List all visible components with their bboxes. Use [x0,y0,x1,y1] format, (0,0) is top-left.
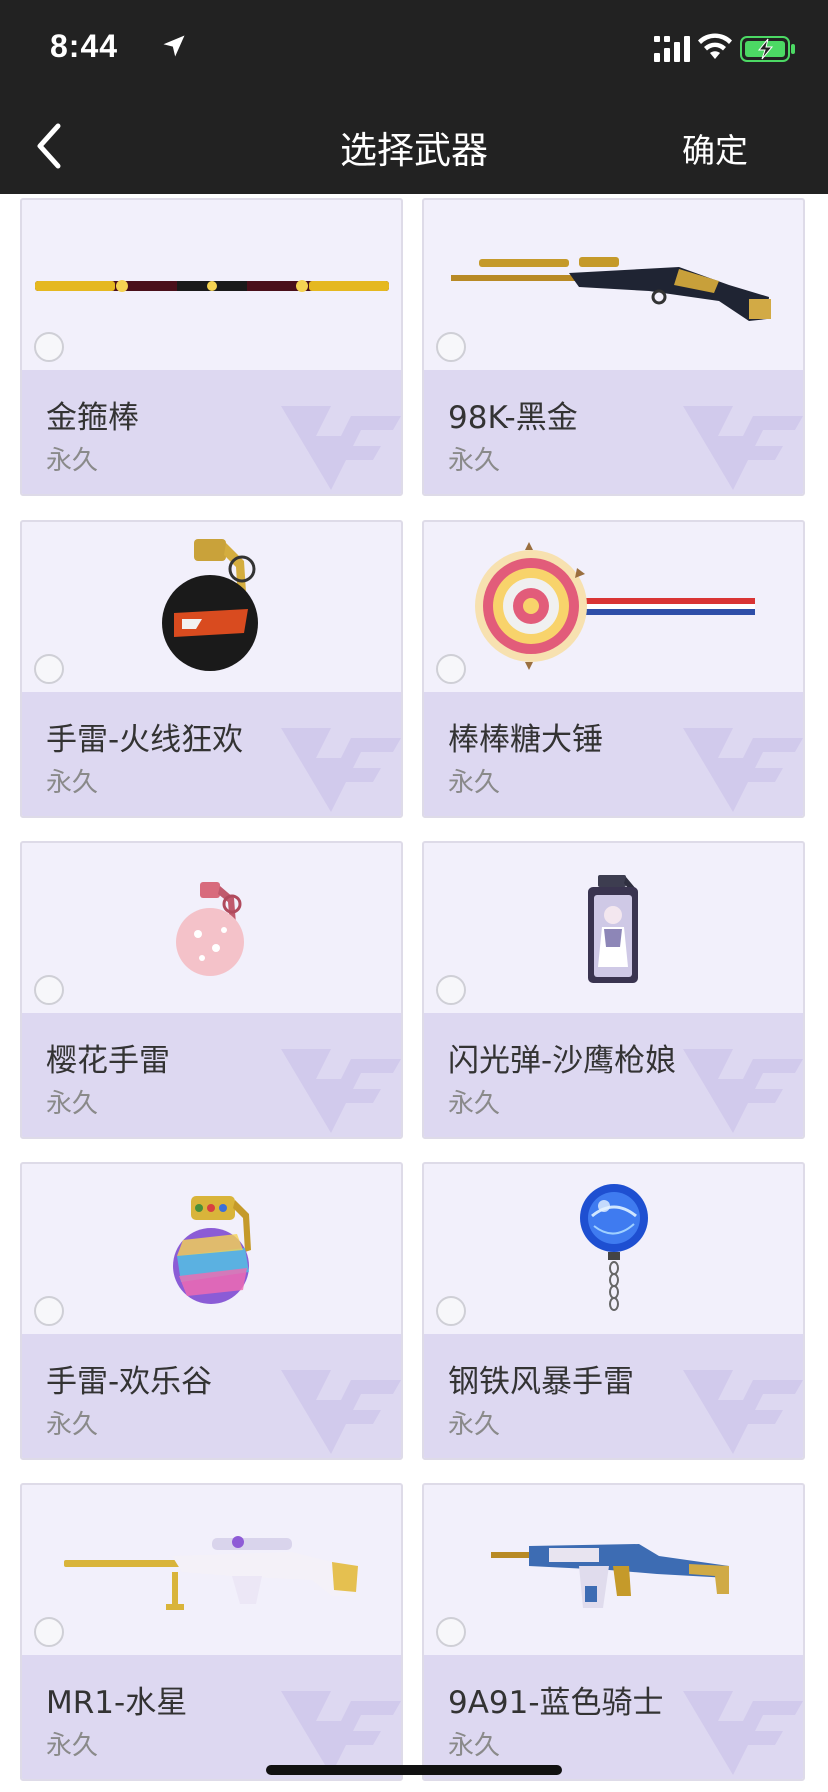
weapon-card[interactable]: 钢铁风暴手雷 永久 [422,1162,805,1460]
select-radio[interactable] [34,1617,64,1647]
weapon-image [22,1164,401,1336]
location-arrow-icon [163,35,185,57]
cf-logo-icon [281,1049,401,1133]
flashbang-icon [587,875,638,983]
lollipop-hammer-icon [474,542,755,670]
blue-orb-grenade-icon [579,1184,648,1311]
weapon-duration: 永久 [46,768,99,798]
weapon-duration: 永久 [46,1731,99,1761]
weapon-card[interactable]: 98K-黑金 永久 [422,198,805,496]
pink-grenade-icon [175,882,244,976]
sniper-rifle-icon [450,257,771,321]
weapon-image [424,843,803,1015]
card-info: 手雷-欢乐谷 永久 [22,1334,401,1458]
golden-staff-icon [34,280,389,292]
status-time: 8:44 [50,28,119,64]
weapon-image [424,1485,803,1657]
select-radio[interactable] [34,332,64,362]
weapon-name: 棒棒糖大锤 [448,722,603,758]
weapon-duration: 永久 [448,1089,501,1119]
cf-logo-icon [281,1370,401,1454]
select-radio[interactable] [436,975,466,1005]
cf-logo-icon [683,728,803,812]
grenade-icon [161,539,258,671]
card-info: 棒棒糖大锤 永久 [424,692,803,816]
cf-logo-icon [683,1049,803,1133]
card-info: 9A91-蓝色骑士 永久 [424,1655,803,1779]
weapon-name: 手雷-欢乐谷 [46,1364,213,1400]
weapon-image [424,1164,803,1336]
select-radio[interactable] [436,1296,466,1326]
weapon-card[interactable]: 金箍棒 永久 [20,198,403,496]
white-sniper-icon [63,1536,358,1610]
battery-charging-icon [740,36,795,62]
select-radio[interactable] [34,654,64,684]
weapon-image [22,522,401,694]
select-radio[interactable] [436,1617,466,1647]
select-radio[interactable] [436,332,466,362]
cf-logo-icon [683,1370,803,1454]
weapon-card[interactable]: 手雷-欢乐谷 永久 [20,1162,403,1460]
weapon-image [424,200,803,372]
weapon-name: 98K-黑金 [448,400,578,436]
card-info: 樱花手雷 永久 [22,1013,401,1137]
weapon-card[interactable]: MR1-水星 永久 [20,1483,403,1781]
weapon-duration: 永久 [46,446,99,476]
cf-logo-icon [683,1691,803,1775]
weapon-name: 手雷-火线狂欢 [46,722,244,758]
card-info: 钢铁风暴手雷 永久 [424,1334,803,1458]
select-radio[interactable] [34,1296,64,1326]
cf-logo-icon [281,728,401,812]
weapon-name: 金箍棒 [46,400,139,436]
cf-logo-icon [683,406,803,490]
card-info: 98K-黑金 永久 [424,370,803,494]
card-info: MR1-水星 永久 [22,1655,401,1779]
weapon-card[interactable]: 9A91-蓝色骑士 永久 [422,1483,805,1781]
weapon-name: 9A91-蓝色骑士 [448,1685,664,1721]
rainbow-grenade-icon [172,1196,251,1304]
weapon-card[interactable]: 手雷-火线狂欢 永久 [20,520,403,818]
signal-icon [654,36,690,62]
select-radio[interactable] [436,654,466,684]
weapon-card[interactable]: 樱花手雷 永久 [20,841,403,1139]
confirm-button[interactable]: 确定 [682,124,748,172]
weapon-card[interactable]: 闪光弹-沙鹰枪娘 永久 [422,841,805,1139]
cf-logo-icon [281,406,401,490]
weapon-duration: 永久 [448,446,501,476]
weapon-image [22,1485,401,1657]
weapon-duration: 永久 [448,1731,501,1761]
top-bar: 8:44 选择武器 确定 [0,0,828,194]
weapon-image [424,522,803,694]
card-info: 金箍棒 永久 [22,370,401,494]
cf-logo-icon [281,1691,401,1775]
card-info: 手雷-火线狂欢 永久 [22,692,401,816]
weapon-duration: 永久 [448,768,501,798]
weapon-card[interactable]: 棒棒糖大锤 永久 [422,520,805,818]
select-radio[interactable] [34,975,64,1005]
weapon-select-screen: 8:44 选择武器 确定 金箍棒 永久 98K-黑金 永久 手雷-火线狂欢 永久… [0,0,828,1792]
card-info: 闪光弹-沙鹰枪娘 永久 [424,1013,803,1137]
weapon-name: 钢铁风暴手雷 [448,1364,634,1400]
weapon-image [22,200,401,372]
weapon-duration: 永久 [46,1089,99,1119]
weapon-duration: 永久 [46,1410,99,1440]
weapon-name: MR1-水星 [46,1685,188,1721]
home-indicator[interactable] [266,1765,562,1775]
weapon-name: 闪光弹-沙鹰枪娘 [448,1043,677,1079]
weapon-name: 樱花手雷 [46,1043,170,1079]
weapon-image [22,843,401,1015]
wifi-icon [698,33,732,59]
blue-smg-icon [490,1544,729,1608]
weapon-duration: 永久 [448,1410,501,1440]
